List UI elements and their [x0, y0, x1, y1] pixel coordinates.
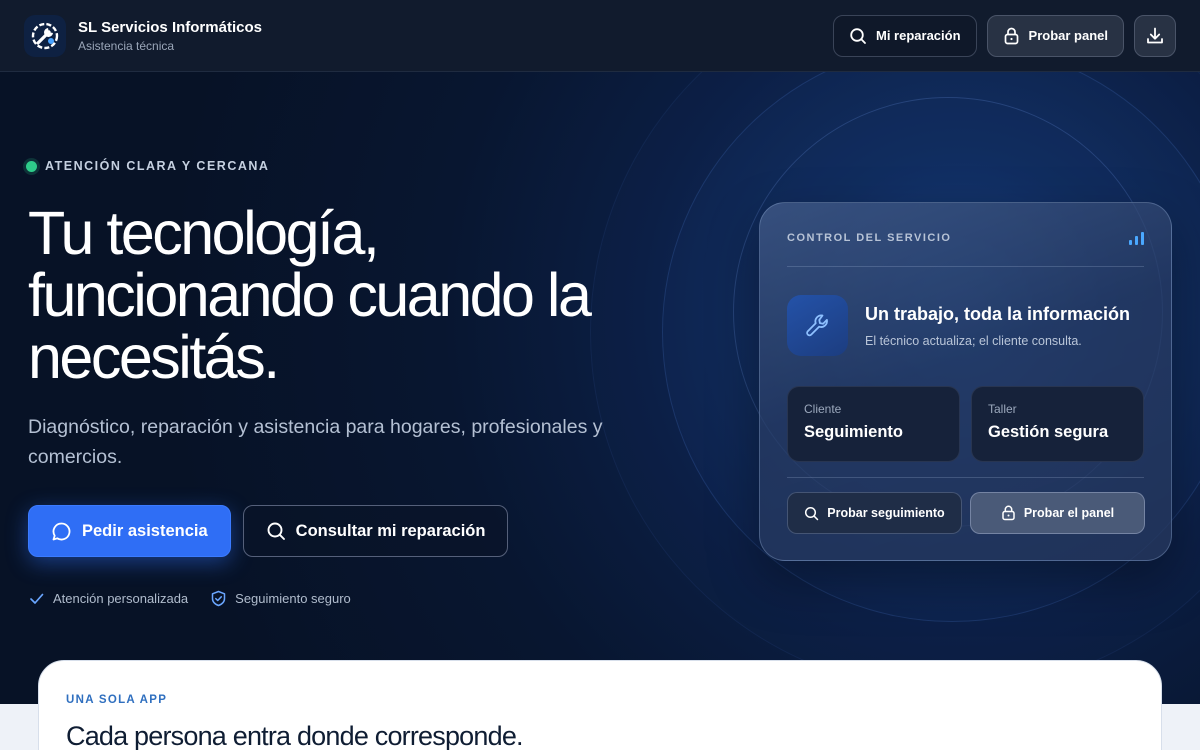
brand[interactable]: SL Servicios Informáticos Asistencia téc… — [24, 14, 262, 57]
download-icon — [1147, 27, 1163, 43]
hero-section: ATENCIÓN CLARA Y CERCANA Tu tecnología, … — [0, 72, 1200, 704]
card-feature: Un trabajo, toda la información El técni… — [787, 295, 1130, 356]
try-panel-card-button[interactable]: Probar el panel — [970, 492, 1145, 534]
download-button[interactable] — [1134, 14, 1176, 57]
feature-title: Un trabajo, toda la información — [865, 303, 1131, 324]
try-panel-button[interactable]: Probar panel — [986, 14, 1124, 57]
try-tracking-button[interactable]: Probar seguimiento — [787, 492, 962, 534]
trust-item-label: Atención personalizada — [53, 591, 189, 606]
hero-lead: Diagnóstico, reparación y asistencia par… — [28, 416, 603, 468]
top-navbar: SL Servicios Informáticos Asistencia téc… — [0, 0, 1200, 72]
my-repair-label: Mi reparación — [876, 28, 961, 43]
brand-subtitle: Asistencia técnica — [78, 38, 175, 53]
tile-label: Taller — [988, 402, 1017, 416]
headline-line-2: funcionando cuando la — [28, 261, 592, 329]
try-tracking-label: Probar seguimiento — [827, 506, 945, 520]
panel-title: Cada persona entra donde corresponde. — [66, 721, 524, 750]
check-icon — [30, 593, 44, 604]
wrench-icon — [787, 295, 848, 356]
hero-eyebrow-text: ATENCIÓN CLARA Y CERCANA — [45, 159, 270, 173]
client-tile: Cliente Seguimiento — [787, 386, 960, 462]
my-repair-button[interactable]: Mi reparación — [833, 14, 977, 57]
hero-headline: Tu tecnología, funcionando cuando la nec… — [28, 202, 668, 388]
headline-line-3: necesitás. — [28, 323, 280, 391]
brand-name: SL Servicios Informáticos — [78, 18, 262, 36]
workshop-tile: Taller Gestión segura — [971, 386, 1144, 462]
tile-value: Seguimiento — [804, 423, 904, 441]
check-repair-label: Consultar mi reparación — [295, 521, 486, 540]
signal-bars-icon — [1129, 232, 1144, 245]
card-divider — [787, 477, 1144, 478]
try-panel-label: Probar panel — [1028, 28, 1108, 43]
search-icon — [805, 506, 819, 520]
headline-line-1: Tu tecnología, — [28, 199, 380, 267]
request-assistance-label: Pedir asistencia — [82, 521, 208, 540]
roles-panel: UNA SOLA APP Cada persona entra donde co… — [38, 660, 1162, 750]
service-control-card: CONTROL DEL SERVICIO Un trabajo, toda la… — [759, 202, 1172, 561]
tile-label: Cliente — [804, 402, 842, 416]
hero-eyebrow: ATENCIÓN CLARA Y CERCANA — [26, 159, 269, 173]
search-icon — [267, 522, 285, 540]
card-divider — [787, 266, 1144, 267]
check-repair-button[interactable]: Consultar mi reparación — [242, 505, 509, 557]
panel-eyebrow: UNA SOLA APP — [66, 694, 168, 706]
trust-list: Atención personalizada Seguimiento segur… — [28, 590, 351, 607]
trust-item: Seguimiento seguro — [210, 590, 351, 607]
chat-bubble-icon — [52, 522, 71, 540]
feature-subtitle: El técnico actualiza; el cliente consult… — [865, 333, 1082, 348]
wrench-gear-icon — [24, 14, 66, 57]
trust-item: Atención personalizada — [28, 590, 188, 607]
status-dot-icon — [26, 160, 37, 172]
trust-item-label: Seguimiento seguro — [235, 591, 351, 606]
search-icon — [850, 27, 866, 44]
try-panel-card-label: Probar el panel — [1023, 506, 1115, 520]
lock-icon — [1002, 505, 1015, 521]
lock-icon — [1004, 27, 1018, 44]
shield-check-icon — [211, 590, 226, 607]
request-assistance-button[interactable]: Pedir asistencia — [28, 505, 231, 557]
tile-value: Gestión segura — [988, 423, 1109, 441]
card-eyebrow: CONTROL DEL SERVICIO — [787, 232, 952, 244]
